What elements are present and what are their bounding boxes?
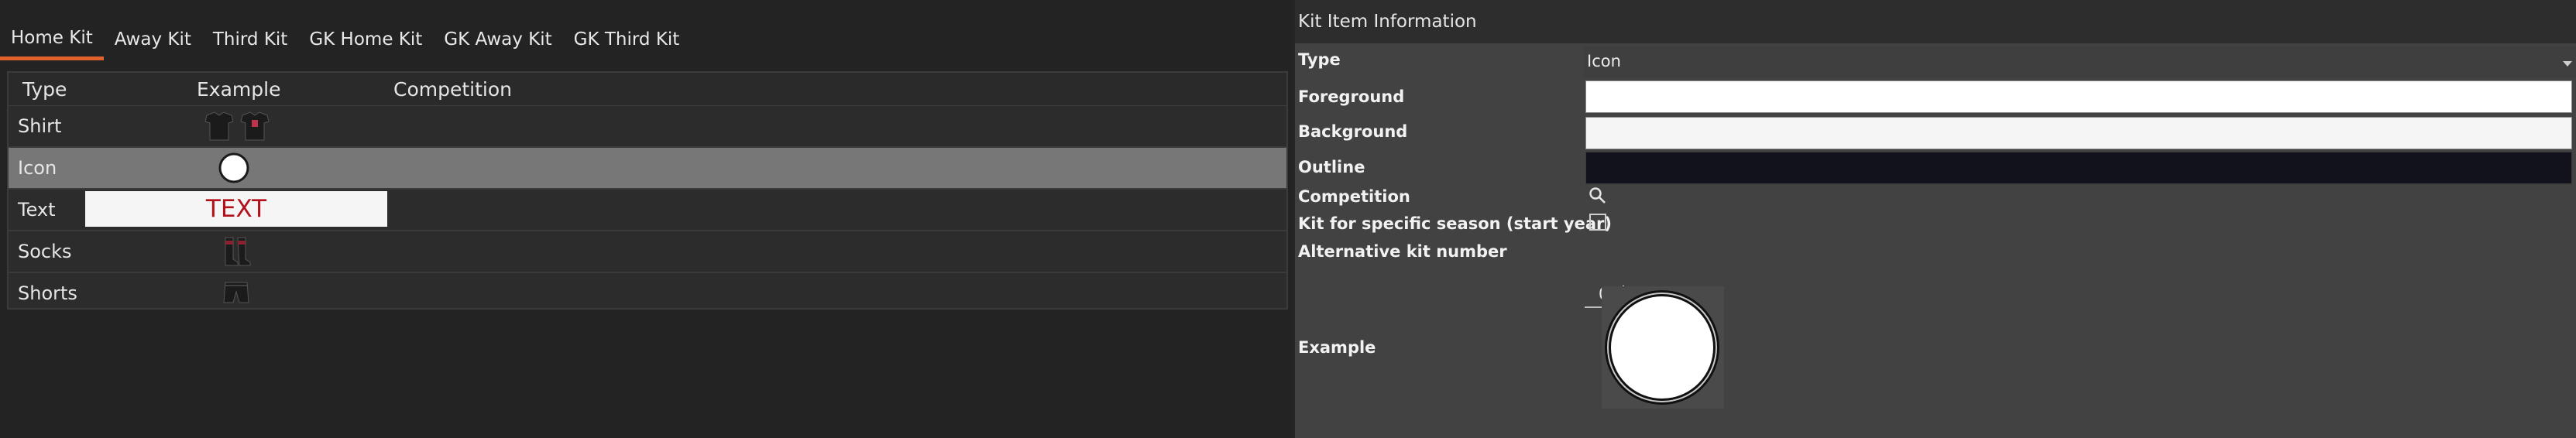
table-row[interactable]: Icon bbox=[9, 148, 1286, 190]
shirt-icon bbox=[202, 111, 275, 146]
season-label: Kit for specific season (start year) bbox=[1298, 214, 1612, 233]
table-row[interactable]: Socks bbox=[9, 231, 1286, 273]
kit-tabs: Home Kit Away Kit Third Kit GK Home Kit … bbox=[0, 11, 690, 60]
tab-home-kit[interactable]: Home Kit bbox=[0, 19, 104, 60]
shorts-icon bbox=[222, 281, 250, 310]
row-type: Socks bbox=[18, 241, 72, 262]
outline-label: Outline bbox=[1298, 158, 1365, 176]
row-type: Text bbox=[18, 199, 56, 221]
example-label: Example bbox=[1298, 338, 1376, 357]
text-example: TEXT bbox=[85, 191, 387, 227]
outline-color-picker[interactable] bbox=[1585, 152, 2572, 184]
table-header: Type Example Competition bbox=[9, 73, 1286, 106]
row-type: Icon bbox=[18, 157, 57, 179]
table-row[interactable]: Text TEXT bbox=[9, 190, 1286, 231]
column-header-example[interactable]: Example bbox=[197, 78, 280, 101]
example-preview bbox=[1602, 286, 1724, 409]
type-select[interactable]: Icon bbox=[1584, 46, 2576, 77]
alternative-kit-number-label: Alternative kit number bbox=[1298, 242, 1507, 261]
row-type: Shorts bbox=[18, 282, 77, 304]
type-select-value: Icon bbox=[1587, 52, 1621, 70]
tab-gk-home-kit[interactable]: GK Home Kit bbox=[298, 19, 433, 60]
white-circle-icon bbox=[218, 152, 250, 189]
column-header-competition[interactable]: Competition bbox=[393, 78, 512, 101]
chevron-down-icon bbox=[2562, 54, 2573, 73]
background-label: Background bbox=[1298, 122, 1408, 141]
panel-title: Kit Item Information bbox=[1295, 0, 2576, 43]
column-header-type[interactable]: Type bbox=[22, 78, 67, 101]
row-type: Shirt bbox=[18, 115, 62, 137]
socks-icon bbox=[221, 236, 252, 272]
table-row[interactable]: Shorts bbox=[9, 273, 1286, 313]
text-example-label: TEXT bbox=[205, 195, 267, 223]
season-checkbox[interactable] bbox=[1589, 214, 1606, 231]
tab-third-kit[interactable]: Third Kit bbox=[202, 19, 298, 60]
search-icon[interactable] bbox=[1588, 186, 1606, 207]
kit-items-table: Type Example Competition Shirt Icon Text… bbox=[7, 71, 1288, 310]
kit-editor-panel: Home Kit Away Kit Third Kit GK Home Kit … bbox=[0, 0, 1292, 438]
table-row[interactable]: Shirt bbox=[9, 106, 1286, 148]
tab-away-kit[interactable]: Away Kit bbox=[104, 19, 202, 60]
kit-item-information-panel: Kit Item Information Type Icon Foregroun… bbox=[1295, 0, 2576, 438]
foreground-label: Foreground bbox=[1298, 87, 1405, 106]
white-circle-icon bbox=[1605, 290, 1719, 405]
tab-gk-away-kit[interactable]: GK Away Kit bbox=[433, 19, 562, 60]
background-color-picker[interactable] bbox=[1585, 117, 2572, 149]
tab-gk-third-kit[interactable]: GK Third Kit bbox=[563, 19, 691, 60]
competition-label: Competition bbox=[1298, 187, 1410, 206]
foreground-color-picker[interactable] bbox=[1585, 80, 2572, 113]
type-label: Type bbox=[1298, 50, 1341, 69]
